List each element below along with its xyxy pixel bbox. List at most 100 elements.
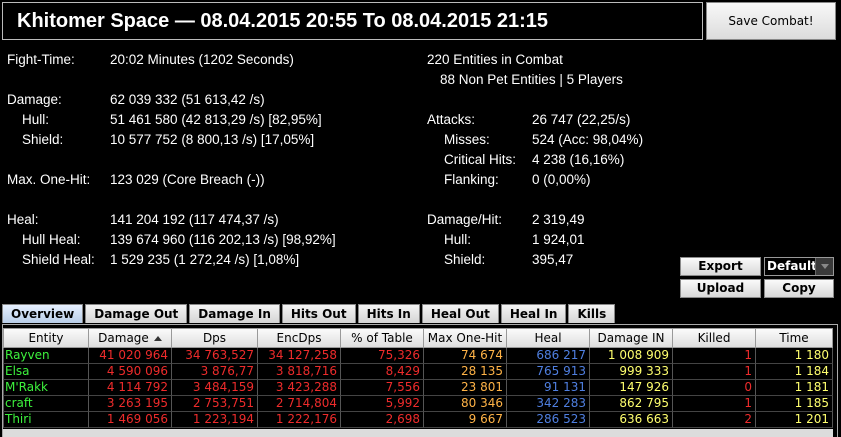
cell-time: 1 184 bbox=[756, 364, 833, 380]
tab-hits-out[interactable]: Hits Out bbox=[281, 304, 356, 323]
cell-max-one-hit: 28 135 bbox=[424, 364, 507, 380]
cell-damage: 41 020 964 bbox=[89, 348, 172, 364]
cell-entity: Rayven bbox=[3, 348, 89, 364]
flanking-value: 0 (0,00%) bbox=[532, 172, 591, 187]
dh-shield-label: Shield: bbox=[444, 252, 486, 267]
tab-heal-in[interactable]: Heal In bbox=[500, 304, 567, 323]
cell-damage-in: 862 795 bbox=[590, 396, 673, 412]
fight-time-value: 20:02 Minutes (1202 Seconds) bbox=[110, 52, 294, 67]
format-dropdown[interactable]: Default bbox=[764, 257, 834, 276]
tab-hits-in[interactable]: Hits In bbox=[357, 304, 420, 323]
max-one-hit-label: Max. One-Hit: bbox=[7, 172, 91, 187]
cell-damage: 4 590 096 bbox=[89, 364, 172, 380]
table-header: Entity Damage Dps EncDps % of Table Max … bbox=[3, 328, 833, 348]
cell-killed: 1 bbox=[673, 348, 756, 364]
hull-heal-value: 139 674 960 (116 202,13 /s) [98,92%] bbox=[110, 232, 336, 247]
column-header-label: EncDps bbox=[276, 331, 322, 345]
entities-count: 220 Entities in Combat bbox=[427, 52, 563, 67]
cell-damage-in: 999 333 bbox=[590, 364, 673, 380]
cell-percent-of-table: 2,698 bbox=[341, 412, 424, 428]
damage-per-hit-value: 2 319,49 bbox=[532, 212, 585, 227]
heal-label: Heal: bbox=[7, 212, 39, 227]
cell-damage: 3 263 195 bbox=[89, 396, 172, 412]
tab-damage-in[interactable]: Damage In bbox=[189, 304, 280, 323]
tab-bar: Overview Damage Out Damage In Hits Out H… bbox=[2, 304, 617, 324]
damage-per-hit-label: Damage/Hit: bbox=[427, 212, 503, 227]
table-row[interactable]: craft 3 263 195 2 753,751 2 714,804 5,99… bbox=[3, 396, 833, 412]
critical-hits-value: 4 238 (16,16%) bbox=[532, 152, 625, 167]
column-header-damage[interactable]: Damage bbox=[89, 328, 172, 348]
column-header-killed[interactable]: Killed bbox=[673, 328, 756, 348]
critical-hits-label: Critical Hits: bbox=[444, 152, 517, 167]
column-header-damage-in[interactable]: Damage IN bbox=[590, 328, 673, 348]
column-header-percent-of-table[interactable]: % of Table bbox=[341, 328, 424, 348]
cell-damage-in: 147 926 bbox=[590, 380, 673, 396]
cell-time: 1 185 bbox=[756, 396, 833, 412]
cell-dps: 2 753,751 bbox=[172, 396, 258, 412]
cell-heal: 91 131 bbox=[507, 380, 590, 396]
column-header-label: Max One-Hit bbox=[427, 331, 503, 345]
dh-hull-label: Hull: bbox=[444, 232, 472, 247]
attacks-label: Attacks: bbox=[427, 112, 476, 127]
cell-percent-of-table: 7,556 bbox=[341, 380, 424, 396]
column-header-encdps[interactable]: EncDps bbox=[258, 328, 341, 348]
cell-heal: 686 217 bbox=[507, 348, 590, 364]
table-scrollbar[interactable] bbox=[3, 429, 833, 437]
cell-damage-in: 1 008 909 bbox=[590, 348, 673, 364]
table-row[interactable]: Thiri 1 469 056 1 223,194 1 222,176 2,69… bbox=[3, 412, 833, 428]
column-header-dps[interactable]: Dps bbox=[172, 328, 258, 348]
heal-value: 141 204 192 (117 474,37 /s) bbox=[110, 212, 279, 227]
fight-time-label: Fight-Time: bbox=[7, 52, 75, 67]
column-header-entity[interactable]: Entity bbox=[3, 328, 89, 348]
cell-entity: craft bbox=[3, 396, 89, 412]
cell-entity: Thiri bbox=[3, 412, 89, 428]
cell-killed: 1 bbox=[673, 364, 756, 380]
column-header-time[interactable]: Time bbox=[756, 328, 833, 348]
copy-button[interactable]: Copy bbox=[764, 279, 834, 298]
tab-kills[interactable]: Kills bbox=[568, 304, 616, 323]
cell-max-one-hit: 74 674 bbox=[424, 348, 507, 364]
cell-percent-of-table: 8,429 bbox=[341, 364, 424, 380]
table-row[interactable]: Rayven 41 020 964 34 763,527 34 127,258 … bbox=[3, 348, 833, 364]
save-combat-button[interactable]: Save Combat! bbox=[706, 2, 836, 40]
tab-overview[interactable]: Overview bbox=[2, 304, 84, 323]
cell-encdps: 3 423,288 bbox=[258, 380, 341, 396]
column-header-max-one-hit[interactable]: Max One-Hit bbox=[424, 328, 507, 348]
combat-title: Khitomer Space — 08.04.2015 20:55 To 08.… bbox=[17, 10, 549, 32]
tab-heal-out[interactable]: Heal Out bbox=[421, 304, 499, 323]
cell-max-one-hit: 80 346 bbox=[424, 396, 507, 412]
column-header-label: Heal bbox=[534, 331, 562, 345]
damage-label: Damage: bbox=[7, 92, 62, 107]
column-header-label: Killed bbox=[697, 331, 731, 345]
cell-dps: 34 763,527 bbox=[172, 348, 258, 364]
column-header-heal[interactable]: Heal bbox=[507, 328, 590, 348]
cell-encdps: 2 714,804 bbox=[258, 396, 341, 412]
cell-killed: 1 bbox=[673, 396, 756, 412]
cell-encdps: 34 127,258 bbox=[258, 348, 341, 364]
dh-hull-value: 1 924,01 bbox=[532, 232, 585, 247]
shield-heal-value: 1 529 235 (1 272,24 /s) [1,08%] bbox=[110, 252, 300, 267]
hull-value: 51 461 580 (42 813,29 /s) [82,95%] bbox=[110, 112, 322, 127]
hull-label: Hull: bbox=[22, 112, 50, 127]
shield-heal-label: Shield Heal: bbox=[22, 252, 95, 267]
tab-damage-out[interactable]: Damage Out bbox=[85, 304, 188, 323]
format-dropdown-value: Default bbox=[767, 259, 817, 273]
column-header-label: Time bbox=[779, 331, 809, 345]
table-row[interactable]: Elsa 4 590 096 3 876,77 3 818,716 8,429 … bbox=[3, 364, 833, 380]
hull-heal-label: Hull Heal: bbox=[22, 232, 81, 247]
chevron-down-icon[interactable] bbox=[815, 258, 833, 275]
misses-label: Misses: bbox=[444, 132, 490, 147]
column-header-label: Damage bbox=[98, 331, 149, 345]
max-one-hit-value: 123 029 (Core Breach (-)) bbox=[110, 172, 265, 187]
export-button[interactable]: Export bbox=[680, 257, 761, 276]
cell-max-one-hit: 9 667 bbox=[424, 412, 507, 428]
shield-value: 10 577 752 (8 800,13 /s) [17,05%] bbox=[110, 132, 315, 147]
cell-heal: 765 913 bbox=[507, 364, 590, 380]
shield-label: Shield: bbox=[22, 132, 64, 147]
cell-damage-in: 636 663 bbox=[590, 412, 673, 428]
cell-dps: 3 876,77 bbox=[172, 364, 258, 380]
cell-percent-of-table: 75,326 bbox=[341, 348, 424, 364]
table-row[interactable]: M'Rakk 4 114 792 3 484,159 3 423,288 7,5… bbox=[3, 380, 833, 396]
sort-ascending-icon bbox=[153, 336, 162, 341]
upload-button[interactable]: Upload bbox=[680, 279, 761, 298]
